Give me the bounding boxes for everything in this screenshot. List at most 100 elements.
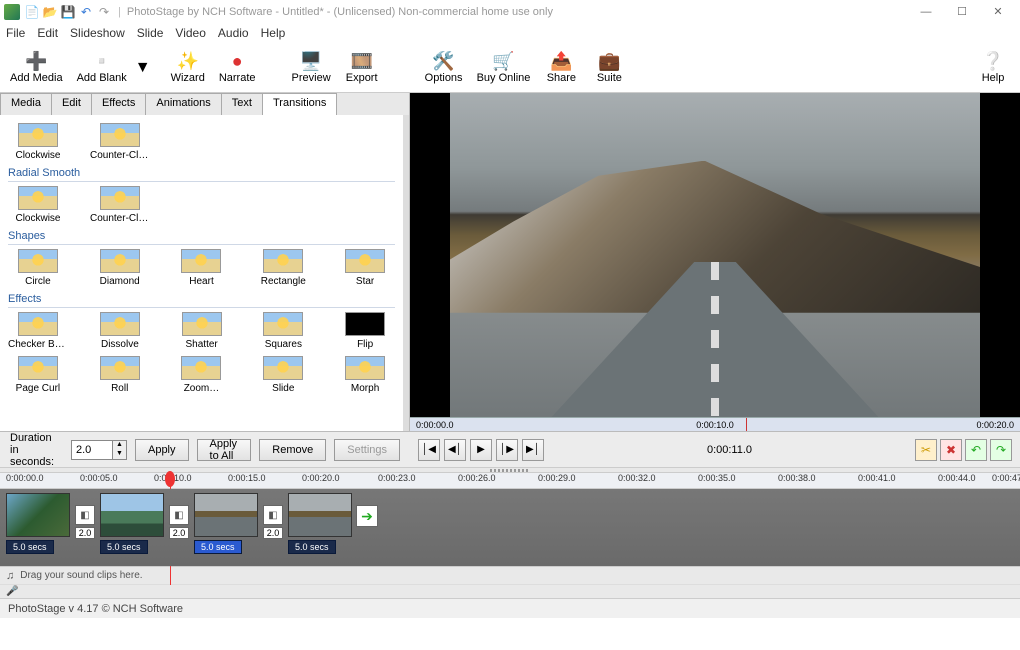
redo-icon[interactable]: ↷: [96, 4, 112, 20]
preview-button[interactable]: 🖥️Preview: [286, 45, 337, 91]
menu-slide[interactable]: Slide: [137, 26, 164, 40]
transition-item[interactable]: Flip: [335, 312, 395, 350]
suite-icon: 💼: [599, 52, 619, 72]
titlebar: 📄 📂 💾 ↶ ↷ | PhotoStage by NCH Software -…: [0, 0, 1020, 23]
add-blank-button[interactable]: ▫️Add Blank: [71, 45, 133, 91]
transition-item[interactable]: Morph: [335, 356, 395, 394]
transition-item[interactable]: Counter-Cloc…: [90, 123, 150, 161]
duration-input[interactable]: 2.0: [71, 440, 113, 460]
transition-item[interactable]: Circle: [8, 249, 68, 287]
transition-item[interactable]: Counter-Cloc…: [90, 186, 150, 224]
tab-transitions[interactable]: Transitions: [262, 93, 337, 115]
timeline-track[interactable]: 5.0 secs ◧ 2.0 5.0 secs ◧ 2.0 5.0 secs ◧…: [0, 489, 1020, 566]
transition-item[interactable]: Slide: [253, 356, 313, 394]
apply-button[interactable]: Apply: [135, 439, 189, 461]
transitions-pane[interactable]: Clockwise Counter-Cloc… Radial Smooth Cl…: [0, 115, 409, 431]
undo-button[interactable]: ↶: [965, 439, 987, 461]
delete-button[interactable]: ✖: [940, 439, 962, 461]
transition-item[interactable]: Page Curl: [8, 356, 68, 394]
tab-effects[interactable]: Effects: [91, 93, 146, 115]
audio-track[interactable]: ♫ Drag your sound clips here.: [0, 566, 1020, 584]
help-icon: ❔: [983, 52, 1003, 72]
transition-block[interactable]: ◧ 2.0: [74, 505, 96, 549]
close-button[interactable]: ✕: [980, 0, 1016, 23]
suite-button[interactable]: 💼Suite: [586, 45, 632, 91]
clip-item[interactable]: 5.0 secs: [6, 493, 70, 554]
narrate-icon: ●: [227, 52, 247, 72]
transition-item[interactable]: Clockwise: [8, 186, 68, 224]
tab-animations[interactable]: Animations: [145, 93, 221, 115]
transition-item[interactable]: Shatter: [172, 312, 232, 350]
tab-text[interactable]: Text: [221, 93, 263, 115]
help-button[interactable]: ❔Help: [970, 45, 1016, 91]
menu-help[interactable]: Help: [261, 26, 286, 40]
step-back-button[interactable]: ◀│: [444, 439, 466, 461]
new-icon[interactable]: 📄: [24, 4, 40, 20]
transition-item[interactable]: Rectangle: [253, 249, 313, 287]
preview-panel: 0:00:00.0 0:00:10.0 0:00:20.0: [410, 93, 1020, 431]
transition-icon: ◧: [263, 505, 283, 525]
tab-media[interactable]: Media: [0, 93, 52, 115]
apply-to-all-button[interactable]: Apply to All: [197, 439, 252, 461]
play-button[interactable]: ▶: [470, 439, 492, 461]
cut-button[interactable]: ✂: [915, 439, 937, 461]
remove-button[interactable]: Remove: [259, 439, 326, 461]
status-text: PhotoStage v 4.17 © NCH Software: [8, 603, 183, 615]
clip-item[interactable]: 5.0 secs: [194, 493, 258, 554]
transition-item[interactable]: Diamond: [90, 249, 150, 287]
playback-time: 0:00:11.0: [707, 444, 752, 456]
menu-edit[interactable]: Edit: [37, 26, 58, 40]
preview-playhead[interactable]: [746, 418, 747, 431]
music-note-icon: ♫: [6, 570, 14, 582]
menu-file[interactable]: File: [6, 26, 25, 40]
microphone-icon: 🎤: [6, 586, 18, 597]
share-button[interactable]: 📤Share: [538, 45, 584, 91]
transition-item[interactable]: Heart: [172, 249, 232, 287]
step-forward-button[interactable]: │▶: [496, 439, 518, 461]
export-button[interactable]: 🎞️Export: [339, 45, 385, 91]
timeline-ruler[interactable]: 0:00:00.0 0:00:05.0 0:00:10.0 0:00:15.0 …: [0, 473, 1020, 489]
main-toolbar: ➕Add Media ▫️Add Blank ▼ ✨Wizard ●Narrat…: [0, 43, 1020, 93]
group-title: Effects: [8, 293, 395, 308]
buy-online-button[interactable]: 🛒Buy Online: [471, 45, 537, 91]
clip-item[interactable]: 5.0 secs: [100, 493, 164, 554]
minimize-button[interactable]: —: [908, 0, 944, 23]
playback-controls: │◀ ◀│ ▶ │▶ ▶│ 0:00:11.0 ✂ ✖ ↶ ↷: [410, 432, 1020, 467]
options-button[interactable]: 🛠️Options: [419, 45, 469, 91]
open-icon[interactable]: 📂: [42, 4, 58, 20]
timeline-playhead[interactable]: [165, 471, 175, 487]
transition-item[interactable]: Roll: [90, 356, 150, 394]
undo-icon[interactable]: ↶: [78, 4, 94, 20]
narration-track[interactable]: 🎤: [0, 584, 1020, 598]
options-icon: 🛠️: [434, 52, 454, 72]
wizard-button[interactable]: ✨Wizard: [165, 45, 211, 91]
go-end-button[interactable]: ▶│: [522, 439, 544, 461]
redo-button[interactable]: ↷: [990, 439, 1012, 461]
transition-item[interactable]: Squares: [254, 312, 314, 350]
tab-edit[interactable]: Edit: [51, 93, 92, 115]
transition-block[interactable]: ◧ 2.0: [262, 505, 284, 549]
transition-item[interactable]: Zoom…: [172, 356, 232, 394]
preview-icon: 🖥️: [301, 52, 321, 72]
preview-ruler[interactable]: 0:00:00.0 0:00:10.0 0:00:20.0: [410, 417, 1020, 431]
clip-item[interactable]: 5.0 secs: [288, 493, 352, 554]
maximize-button[interactable]: ☐: [944, 0, 980, 23]
duration-spinner[interactable]: ▲▼: [113, 440, 127, 460]
narrate-button[interactable]: ●Narrate: [213, 45, 262, 91]
save-icon[interactable]: 💾: [60, 4, 76, 20]
transition-item[interactable]: Star: [335, 249, 395, 287]
transition-item[interactable]: Checker Board: [8, 312, 68, 350]
transition-icon: ◧: [169, 505, 189, 525]
transition-item[interactable]: Dissolve: [90, 312, 150, 350]
toolbar-dropdown-icon[interactable]: ▼: [135, 59, 151, 77]
transition-block[interactable]: ◧ 2.0: [168, 505, 190, 549]
add-clip-button[interactable]: ➔: [356, 505, 378, 527]
go-start-button[interactable]: │◀: [418, 439, 440, 461]
add-media-button[interactable]: ➕Add Media: [4, 45, 69, 91]
menu-video[interactable]: Video: [175, 26, 205, 40]
menu-slideshow[interactable]: Slideshow: [70, 26, 125, 40]
duration-panel: Duration in seconds: 2.0 ▲▼ Apply Apply …: [0, 432, 410, 467]
menu-audio[interactable]: Audio: [218, 26, 249, 40]
transition-item[interactable]: Clockwise: [8, 123, 68, 161]
share-icon: 📤: [551, 52, 571, 72]
